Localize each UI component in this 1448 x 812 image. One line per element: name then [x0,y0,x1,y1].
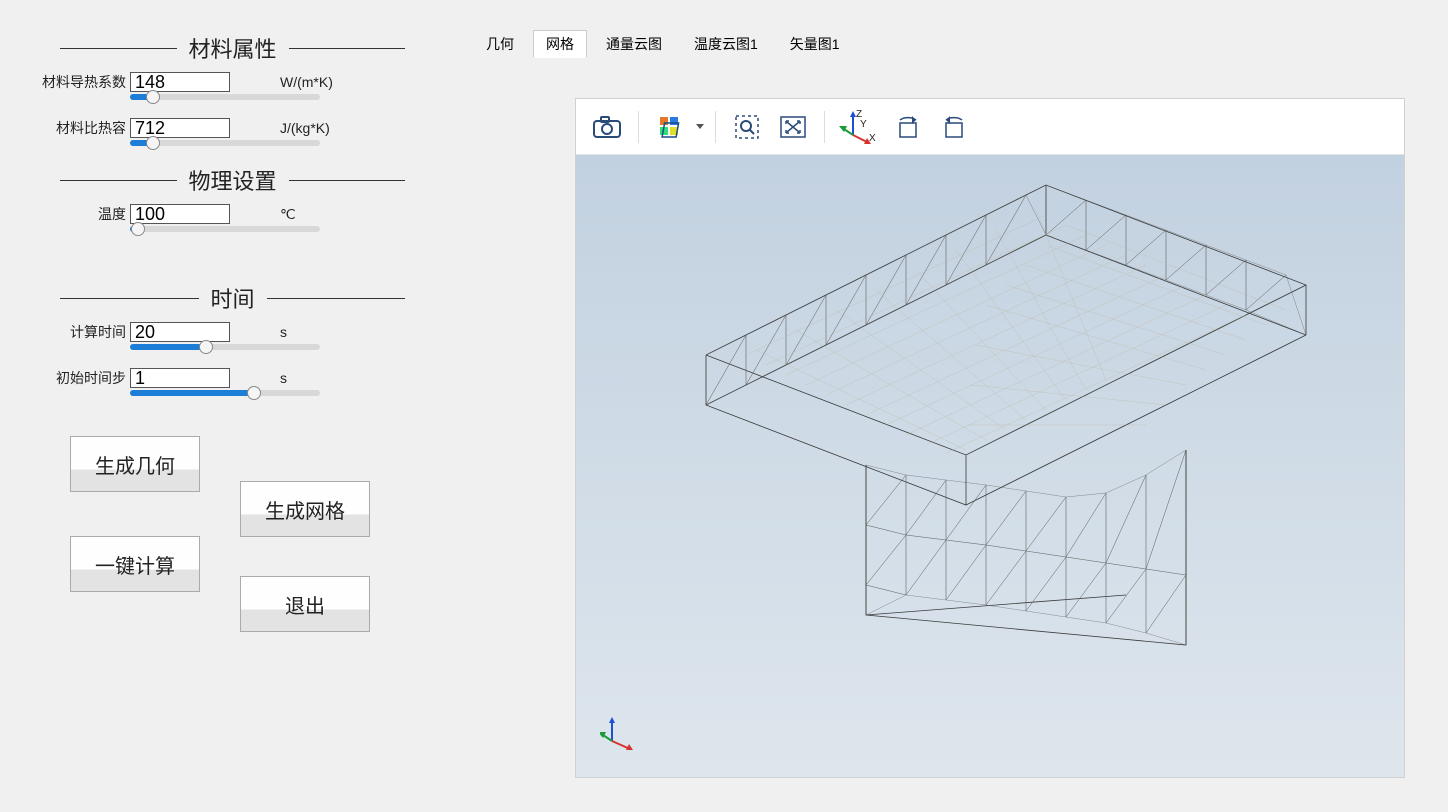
parameters-panel: 材料属性 材料导热系数 W/(m*K) 材料比热容 J/(kg*K) 物理设置 … [0,0,465,812]
temperature-slider[interactable] [130,226,320,232]
conductivity-slider[interactable] [130,94,320,100]
exit-button[interactable]: 退出 [240,576,370,632]
graphics-panel: 几何 网格 通量云图 温度云图1 矢量图1 [465,0,1448,812]
compute-time-unit: s [280,324,287,340]
axis-triad-icon [600,713,640,753]
tab-mesh[interactable]: 网格 [533,30,587,58]
compute-time-input[interactable] [130,322,230,342]
grid-select-dropdown[interactable] [695,124,705,129]
graphics-area: Z X Y [575,98,1405,778]
init-step-unit: s [280,370,287,386]
material-title: 材料属性 [177,32,289,64]
time-title: 时间 [199,282,267,314]
temperature-unit: ℃ [280,206,296,223]
physics-section-header: 物理设置 [60,164,405,196]
tab-flux-plot[interactable]: 通量云图 [593,30,675,58]
physics-title: 物理设置 [177,164,289,196]
init-step-label: 初始时间步 [30,368,130,388]
conductivity-label: 材料导热系数 [30,72,130,92]
one-click-compute-button[interactable]: 一键计算 [70,536,200,592]
graphics-toolbar: Z X Y [576,99,1404,155]
temperature-label: 温度 [30,204,130,224]
rotate-cw-icon[interactable] [887,106,929,148]
heat-capacity-unit: J/(kg*K) [280,120,330,136]
camera-icon[interactable] [586,106,628,148]
heat-capacity-input[interactable] [130,118,230,138]
tab-temp-plot[interactable]: 温度云图1 [681,30,771,58]
init-step-slider[interactable] [130,390,320,396]
viewport-3d[interactable] [576,155,1404,777]
time-section-header: 时间 [60,282,405,314]
zoom-extents-icon[interactable] [772,106,814,148]
conductivity-unit: W/(m*K) [280,74,333,90]
mesh-rendering [626,165,1326,665]
conductivity-input[interactable] [130,72,230,92]
compute-time-label: 计算时间 [30,322,130,342]
generate-mesh-button[interactable]: 生成网格 [240,481,370,537]
grid-select-icon[interactable] [649,106,691,148]
compute-time-slider[interactable] [130,344,320,350]
heat-capacity-label: 材料比热容 [30,118,130,138]
generate-geometry-button[interactable]: 生成几何 [70,436,200,492]
temperature-input[interactable] [130,204,230,224]
zoom-box-icon[interactable] [726,106,768,148]
rotate-ccw-icon[interactable] [933,106,975,148]
tab-geometry[interactable]: 几何 [473,30,527,58]
heat-capacity-slider[interactable] [130,140,320,146]
view-tabs: 几何 网格 通量云图 温度云图1 矢量图1 [465,30,1448,58]
svg-text:Y: Y [860,119,867,130]
init-step-input[interactable] [130,368,230,388]
svg-text:X: X [869,133,876,144]
orientation-axes-icon[interactable]: Z X Y [835,106,883,148]
tab-vector-plot[interactable]: 矢量图1 [777,30,853,58]
material-section-header: 材料属性 [60,32,405,64]
